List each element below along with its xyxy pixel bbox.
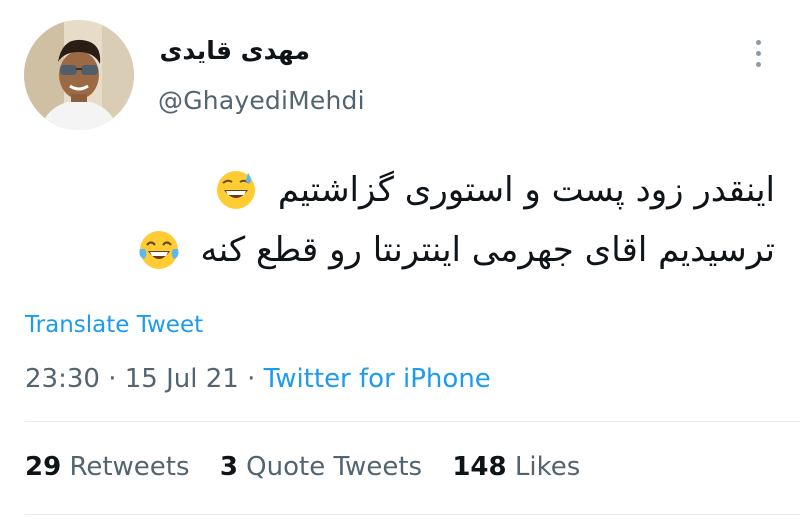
more-options-button[interactable] bbox=[748, 36, 770, 70]
quote-tweets-label: Quote Tweets bbox=[246, 452, 423, 482]
translate-tweet-link[interactable]: Translate Tweet bbox=[25, 312, 203, 338]
quote-tweets-stat[interactable]: 3 Quote Tweets bbox=[220, 452, 431, 482]
likes-stat[interactable]: 148 Likes bbox=[452, 452, 580, 482]
retweets-label: Retweets bbox=[69, 452, 190, 482]
tweet-text-line-1: اینقدر زود پست و استوری گزاشتیم bbox=[277, 170, 775, 210]
profile-photo bbox=[24, 20, 134, 130]
username-handle[interactable]: @GhayediMehdi bbox=[158, 86, 365, 115]
divider bbox=[25, 514, 800, 515]
divider bbox=[25, 421, 800, 422]
retweets-stat[interactable]: 29 Retweets bbox=[25, 452, 198, 482]
avatar[interactable] bbox=[24, 20, 134, 130]
meta-separator: · bbox=[247, 364, 256, 394]
face-with-tears-of-joy-emoji bbox=[139, 231, 179, 269]
tweet-text-line-2: ترسیدیم اقای جهرمی اینترنتا رو قطع کنه bbox=[200, 230, 775, 270]
tweet-text-line: اینقدر زود پست و استوری گزاشتیم bbox=[35, 160, 775, 220]
tweet-time: 23:30 bbox=[25, 364, 100, 394]
display-name[interactable]: مهدی قایدی bbox=[150, 36, 310, 65]
likes-label: Likes bbox=[514, 452, 581, 482]
likes-count: 148 bbox=[452, 452, 507, 482]
tweet-text: اینقدر زود پست و استوری گزاشتیم ترسیدیم … bbox=[35, 160, 775, 280]
retweets-count: 29 bbox=[25, 452, 62, 482]
tweet-date[interactable]: 15 Jul 21 bbox=[125, 364, 239, 394]
tweet-card: مهدی قایدی @GhayediMehdi اینقدر زود پست … bbox=[0, 0, 800, 521]
tweet-text-line: ترسیدیم اقای جهرمی اینترنتا رو قطع کنه bbox=[35, 220, 775, 280]
tweet-source-link[interactable]: Twitter for iPhone bbox=[264, 364, 491, 394]
grinning-face-with-sweat-emoji bbox=[217, 171, 256, 209]
meta-separator: · bbox=[108, 364, 117, 394]
tweet-metadata: 23:30 · 15 Jul 21 · Twitter for iPhone bbox=[25, 364, 491, 394]
engagement-stats: 29 Retweets 3 Quote Tweets 148 Likes bbox=[25, 452, 602, 482]
quote-tweets-count: 3 bbox=[219, 452, 238, 482]
